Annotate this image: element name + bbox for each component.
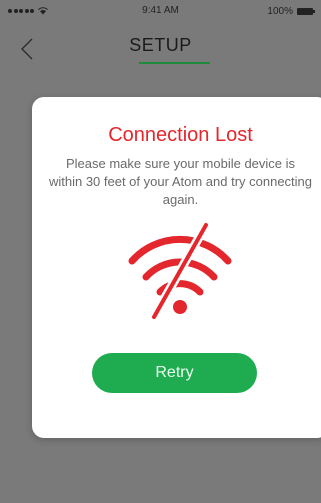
status-time: 9:41 AM [142, 5, 179, 16]
connection-lost-dialog: Connection Lost Please make sure your mo… [32, 97, 321, 438]
status-bar: 9:41 AM 100% [0, 0, 321, 22]
signal-indicator [8, 7, 48, 15]
battery-percent: 100% [267, 5, 293, 17]
wifi-icon [38, 7, 48, 15]
dialog-title: Connection Lost [108, 124, 253, 146]
battery-icon [297, 7, 315, 15]
retry-button[interactable]: Retry [92, 353, 257, 393]
battery-indicator: 100% [267, 5, 315, 17]
cell-signal-icon [8, 9, 34, 13]
wifi-off-icon [128, 221, 232, 321]
dialog-message: Please make sure your mobile device is w… [48, 156, 313, 207]
title-underline [139, 62, 210, 64]
page-title: SETUP [129, 35, 192, 55]
app-screen: 9:41 AM 100% SETUP Connection Lost Pleas… [0, 0, 321, 503]
nav-bar: SETUP [0, 22, 321, 70]
